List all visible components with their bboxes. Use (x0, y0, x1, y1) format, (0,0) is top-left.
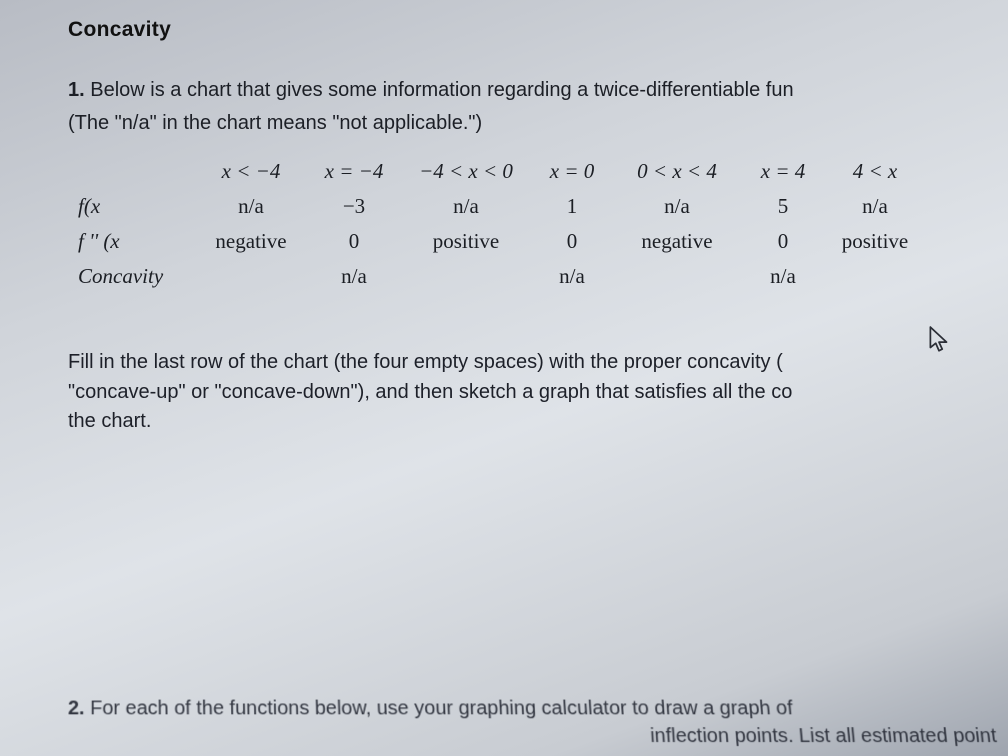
table: x < −4 x = −4 −4 < x < 0 x = 0 0 < x < 4… (68, 154, 924, 294)
cell: negative (196, 224, 306, 259)
problem-1-line-1: 1. Below is a chart that gives some info… (68, 76, 1008, 105)
col-header: x = 0 (530, 154, 614, 189)
cell: n/a (306, 259, 402, 294)
cell: n/a (614, 189, 740, 224)
problem-2-block: 2. For each of the functions below, use … (68, 695, 1008, 750)
document-page: Concavity 1. Below is a chart that gives… (0, 0, 1008, 756)
instructions-block: Fill in the last row of the chart (the f… (68, 348, 1008, 437)
cell: 0 (530, 224, 614, 259)
table-corner (68, 154, 196, 189)
col-header: x < −4 (196, 154, 306, 189)
table-row: f '' (x negative 0 positive 0 negative 0… (68, 224, 924, 259)
problem-1-text-1: Below is a chart that gives some informa… (90, 79, 793, 101)
instructions-line: Fill in the last row of the chart (the f… (68, 348, 1008, 378)
section-heading: Concavity (68, 18, 1008, 42)
cell: 5 (740, 189, 826, 224)
table-row: Concavity n/a n/a n/a (68, 259, 924, 294)
table-header-row: x < −4 x = −4 −4 < x < 0 x = 0 0 < x < 4… (68, 154, 924, 189)
problem-2-line-1: 2. For each of the functions below, use … (68, 695, 1005, 723)
col-header: 4 < x (826, 154, 924, 189)
col-header: x = −4 (306, 154, 402, 189)
cell-blank (196, 259, 306, 294)
instructions-line: "concave-up" or "concave-down"), and the… (68, 378, 1008, 408)
col-header: x = 4 (740, 154, 826, 189)
cell: n/a (826, 189, 924, 224)
cell-blank (402, 259, 530, 294)
problem-1-line-2: (The "n/a" in the chart means "not appli… (68, 109, 1008, 138)
cell-blank (826, 259, 924, 294)
cell-blank (614, 259, 740, 294)
cell: n/a (740, 259, 826, 294)
row-label-fppx: f '' (x (68, 224, 196, 259)
problem-2-text-1: For each of the functions below, use you… (90, 698, 794, 720)
col-header: −4 < x < 0 (402, 154, 530, 189)
cell: n/a (196, 189, 306, 224)
row-label-fx: f(x (68, 189, 196, 224)
problem-1-number: 1. (68, 79, 85, 101)
cell: negative (614, 224, 740, 259)
cell: positive (826, 224, 924, 259)
concavity-table: x < −4 x = −4 −4 < x < 0 x = 0 0 < x < 4… (68, 154, 1008, 294)
row-label-concavity: Concavity (68, 259, 196, 294)
cell: 1 (530, 189, 614, 224)
problem-2-number: 2. (68, 698, 85, 720)
cell: 0 (306, 224, 402, 259)
problem-2-line-2: inflection points. List all estimated po… (68, 722, 1008, 750)
table-row: f(x n/a −3 n/a 1 n/a 5 n/a (68, 189, 924, 224)
col-header: 0 < x < 4 (614, 154, 740, 189)
cell: positive (402, 224, 530, 259)
cell: −3 (306, 189, 402, 224)
cell: n/a (530, 259, 614, 294)
cell: 0 (740, 224, 826, 259)
instructions-line: the chart. (68, 407, 1008, 437)
cell: n/a (402, 189, 530, 224)
